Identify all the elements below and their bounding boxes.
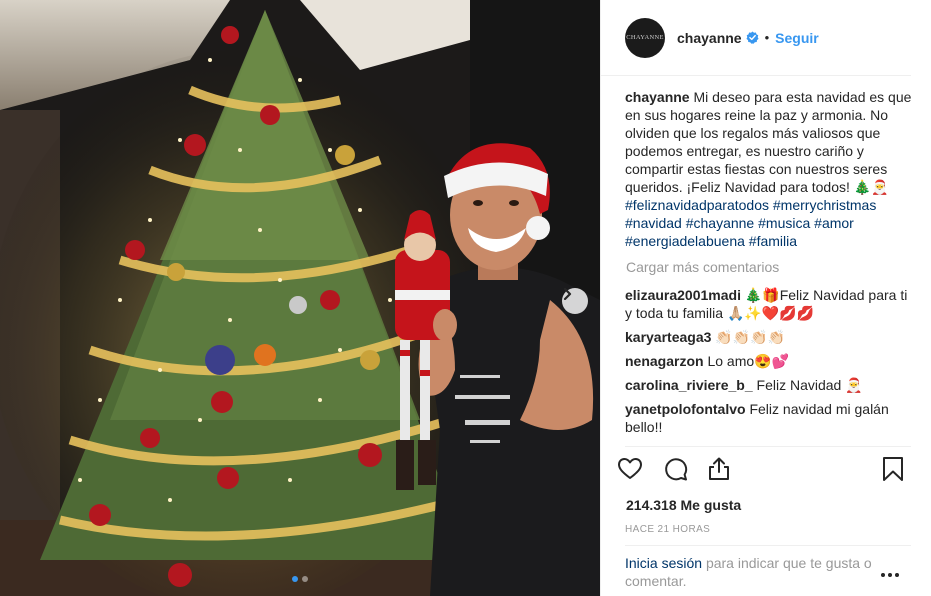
comments-list[interactable]: chayanne Mi deseo para esta navidad es q… xyxy=(625,88,917,444)
comment-text: Feliz Navidad 🎅 xyxy=(756,377,863,393)
caption-hashtags: #feliznavidadparatodos #merrychristmas #… xyxy=(625,197,876,249)
follow-button[interactable]: Seguir xyxy=(775,30,819,46)
heart-icon[interactable] xyxy=(617,456,643,485)
chevron-right-icon xyxy=(563,288,572,300)
comment-text: Lo amo😍💕 xyxy=(707,353,790,369)
comment-item: yanetpolofontalvo Feliz navidad mi galán… xyxy=(625,400,917,436)
avatar-logo-text: CHAYANNE xyxy=(626,34,664,41)
comment-item: carolina_riviere_b_ Feliz Navidad 🎅 xyxy=(625,376,917,394)
carousel-next-button[interactable] xyxy=(562,288,588,314)
comment-item: karyarteaga3 👏🏻👏🏻👏🏻👏🏻 xyxy=(625,328,917,346)
instagram-post: CHAYANNE chayanne • Seguir chayanne Mi d… xyxy=(0,0,931,596)
header-username[interactable]: chayanne xyxy=(677,30,742,46)
hashtag-link[interactable]: #energiadelabuena xyxy=(625,233,745,249)
comment-username[interactable]: yanetpolofontalvo xyxy=(625,401,746,417)
comment-username[interactable]: nenagarzon xyxy=(625,353,704,369)
divider xyxy=(625,545,911,546)
header-separator: • xyxy=(764,30,770,45)
comment-text: 👏🏻👏🏻👏🏻👏🏻 xyxy=(715,329,786,345)
bookmark-icon[interactable] xyxy=(882,456,904,485)
caption-username[interactable]: chayanne xyxy=(625,89,690,105)
carousel-indicator xyxy=(0,576,600,582)
comment-username[interactable]: elizaura2001madi xyxy=(625,287,741,303)
avatar[interactable]: CHAYANNE xyxy=(625,17,665,58)
hashtag-link[interactable]: #familia xyxy=(749,233,797,249)
hashtag-link[interactable]: #merrychristmas xyxy=(773,197,876,213)
divider xyxy=(625,446,911,447)
carousel-dot-active xyxy=(292,576,298,582)
comments-fade xyxy=(625,432,917,444)
hashtag-link[interactable]: #musica xyxy=(758,215,810,231)
christmas-photo-illustration xyxy=(0,0,600,596)
post-timestamp[interactable]: HACE 21 HORAS xyxy=(625,524,710,535)
hashtag-link[interactable]: #chayanne xyxy=(686,215,755,231)
post-side-panel: CHAYANNE chayanne • Seguir chayanne Mi d… xyxy=(600,0,931,596)
comment-item: elizaura2001madi 🎄🎁Feliz Navidad para ti… xyxy=(625,286,917,322)
hashtag-link[interactable]: #navidad xyxy=(625,215,682,231)
comment-icon[interactable] xyxy=(663,456,689,485)
login-prompt: Inicia sesión para indicar que te gusta … xyxy=(625,554,895,590)
login-link[interactable]: Inicia sesión xyxy=(625,555,702,571)
comment-username[interactable]: karyarteaga3 xyxy=(625,329,711,345)
action-bar xyxy=(617,456,917,490)
share-icon[interactable] xyxy=(706,456,732,485)
likes-count[interactable]: 214.318 Me gusta xyxy=(626,497,741,513)
more-options-icon[interactable] xyxy=(880,565,900,581)
load-more-comments-button[interactable]: Cargar más comentarios xyxy=(626,258,917,276)
caption: chayanne Mi deseo para esta navidad es q… xyxy=(625,88,917,250)
carousel-dot xyxy=(302,576,308,582)
verified-badge-icon xyxy=(746,31,759,44)
hashtag-link[interactable]: #feliznavidadparatodos xyxy=(625,197,769,213)
post-photo[interactable] xyxy=(0,0,600,596)
comment-item: nenagarzon Lo amo😍💕 xyxy=(625,352,917,370)
hashtag-link[interactable]: #amor xyxy=(814,215,854,231)
comment-username[interactable]: carolina_riviere_b_ xyxy=(625,377,753,393)
post-header: CHAYANNE chayanne • Seguir xyxy=(601,0,911,76)
